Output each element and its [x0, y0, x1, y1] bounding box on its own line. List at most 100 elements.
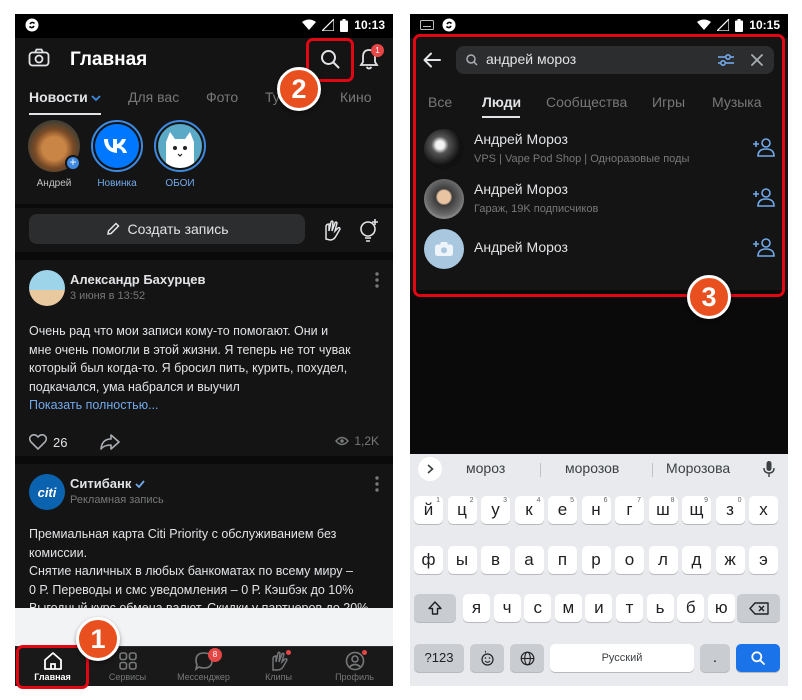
letter-key[interactable]: н6 [581, 496, 611, 524]
letter-key[interactable]: ч [493, 594, 521, 622]
divider [540, 463, 541, 477]
backspace-icon [748, 602, 769, 615]
letter-key[interactable]: р [581, 546, 611, 574]
suggestion[interactable]: мороз [466, 460, 505, 476]
step-marker-2: 2 [277, 67, 321, 111]
letter-key[interactable]: х [749, 496, 778, 524]
tab-movies[interactable]: Кино [340, 89, 372, 105]
key-hint-digit: 8 [670, 497, 675, 504]
letter-key[interactable]: е5 [548, 496, 577, 524]
key-hint-digit: 2 [469, 497, 474, 504]
feed-tabs: Новости Для вас Фото Ту Кино [15, 82, 393, 116]
more-icon[interactable] [375, 476, 379, 492]
space-key[interactable]: Русский [550, 644, 694, 672]
letter-key[interactable]: ш8 [648, 496, 678, 524]
nav-clips[interactable]: Клипы [241, 650, 316, 682]
nav-messenger[interactable]: 8 Мессенджер [166, 648, 241, 682]
add-story-icon: + [65, 155, 81, 171]
story-label: Андрей [36, 178, 72, 189]
letter-key[interactable]: ы [447, 546, 477, 574]
story-andrey[interactable]: + Андрей [24, 120, 84, 189]
post-text-line: Премиальная карта Citi Priority с обслуж… [29, 527, 337, 541]
story-new[interactable]: Новинка [87, 120, 147, 189]
letter-key[interactable]: ф [414, 546, 443, 574]
key-row-3: ячсмитьбю [414, 594, 784, 622]
like-button[interactable]: 26 [29, 434, 67, 450]
letter-key[interactable]: з0 [715, 496, 745, 524]
letter-key[interactable]: а [514, 546, 544, 574]
key-letter: ш [656, 500, 670, 519]
show-more-link[interactable]: Показать полностью... [29, 396, 379, 415]
microphone-icon[interactable] [763, 460, 775, 478]
keyboard-status-icon [420, 20, 434, 30]
shift-key[interactable] [414, 594, 456, 622]
shazam-icon [442, 18, 456, 32]
eye-icon [335, 436, 350, 446]
letter-key[interactable]: й1 [414, 496, 443, 524]
backspace-key[interactable] [737, 594, 780, 622]
letter-key[interactable]: б [677, 594, 705, 622]
clip-create-icon[interactable] [321, 219, 343, 241]
letter-key[interactable]: т [616, 594, 643, 622]
more-icon[interactable] [375, 272, 379, 288]
key-letter: з [726, 500, 734, 519]
notifications-button[interactable]: 1 [359, 44, 384, 72]
suggestion[interactable]: Морозова [666, 460, 730, 476]
notification-badge: 1 [371, 44, 384, 57]
story-wallpapers[interactable]: ОБОИ [150, 120, 210, 189]
camera-icon[interactable] [28, 48, 50, 68]
citibank-logo[interactable]: citi [29, 474, 65, 510]
letter-key[interactable]: д [682, 546, 711, 574]
letter-key[interactable]: м [554, 594, 582, 622]
chevron-down-icon[interactable] [91, 95, 101, 102]
letter-key[interactable]: с [524, 594, 552, 622]
story-label: Новинка [97, 178, 137, 189]
language-key[interactable] [510, 644, 544, 672]
letter-key[interactable]: щ9 [682, 496, 711, 524]
letter-key[interactable]: я [463, 594, 490, 622]
search-icon [751, 651, 765, 665]
nav-label: Сервисы [108, 672, 147, 682]
idea-add-icon[interactable] [358, 218, 380, 242]
create-post-button[interactable]: Создать запись [29, 214, 305, 244]
expand-suggestions-button[interactable] [418, 457, 442, 481]
letter-key[interactable]: о [615, 546, 644, 574]
letter-key[interactable]: ь [646, 594, 674, 622]
letter-key[interactable]: у3 [481, 496, 510, 524]
post-author[interactable]: Александр Бахурцев [70, 272, 206, 287]
letter-key[interactable]: г7 [615, 496, 644, 524]
search-key[interactable] [736, 644, 780, 672]
letter-key[interactable]: ю [707, 594, 735, 622]
post-text: Премиальная карта Citi Priority с обслуж… [29, 525, 379, 618]
letter-key[interactable]: ц2 [447, 496, 477, 524]
share-icon[interactable] [100, 434, 120, 450]
shift-icon [428, 601, 442, 615]
letter-key[interactable]: и [585, 594, 613, 622]
battery-icon [340, 18, 349, 32]
post-text-line: Очень рад что мои записи кому-то помогаю… [29, 324, 329, 338]
avatar[interactable] [29, 270, 65, 306]
period-key[interactable]: . [700, 644, 730, 672]
letter-key[interactable]: э [749, 546, 778, 574]
author-name: Александр Бахурцев [70, 272, 206, 287]
tab-photo[interactable]: Фото [206, 89, 238, 105]
post-text-line: мне очень помогли в этой жизни. Я теперь… [29, 342, 351, 357]
emoji-key[interactable]: , [470, 644, 504, 672]
post-author[interactable]: Ситибанк [70, 476, 146, 491]
nav-profile[interactable]: Профиль [317, 650, 392, 682]
tab-news[interactable]: Новости [29, 89, 88, 105]
post-text: Очень рад что мои записи кому-то помогаю… [29, 322, 379, 415]
letter-key[interactable]: в [481, 546, 510, 574]
symbols-key[interactable]: ?123 [414, 644, 464, 672]
letter-key[interactable]: ж [715, 546, 745, 574]
suggestion[interactable]: морозов [565, 460, 619, 476]
create-post-label: Создать запись [127, 221, 229, 237]
letter-key[interactable]: к4 [514, 496, 544, 524]
letter-key[interactable]: л [648, 546, 678, 574]
letter-key[interactable]: п [548, 546, 577, 574]
key-letter: й [423, 500, 434, 519]
tab-for-you[interactable]: Для вас [128, 89, 179, 105]
chevron-right-icon [426, 464, 434, 474]
highlight-home-tab [16, 645, 89, 689]
signal-icon [717, 19, 730, 31]
